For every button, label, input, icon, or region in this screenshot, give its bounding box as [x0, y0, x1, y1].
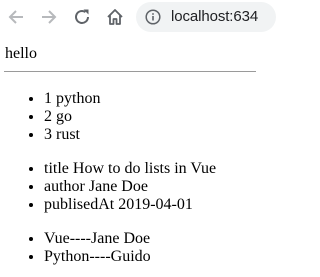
list-item: 1 python: [44, 90, 100, 108]
horizontal-rule: [4, 71, 256, 72]
list-item: title How to do lists in Vue: [44, 160, 216, 178]
url-text: localhost:634: [171, 8, 259, 25]
info-icon[interactable]: [145, 9, 161, 25]
list-item: 3 rust: [44, 126, 100, 144]
home-icon: [107, 9, 123, 25]
languages-list: 1 python 2 go 3 rust: [0, 90, 100, 144]
reload-icon: [75, 9, 89, 24]
forward-button[interactable]: [37, 5, 61, 29]
home-button[interactable]: [103, 5, 127, 29]
list-item: Python----Guido: [44, 248, 151, 266]
arrow-right-icon: [42, 10, 57, 24]
page-heading: hello: [5, 45, 37, 62]
pairs-list: Vue----Jane Doe Python----Guido: [0, 230, 151, 266]
browser-toolbar: localhost:634: [0, 0, 276, 34]
list-item: author Jane Doe: [44, 178, 216, 196]
reload-button[interactable]: [70, 5, 94, 29]
address-bar[interactable]: localhost:634: [136, 2, 276, 32]
list-item: 2 go: [44, 108, 100, 126]
list-item: publisedAt 2019-04-01: [44, 196, 216, 214]
arrow-left-icon: [8, 10, 23, 24]
book-details-list: title How to do lists in Vue author Jane…: [0, 160, 216, 214]
back-button[interactable]: [4, 5, 28, 29]
list-item: Vue----Jane Doe: [44, 230, 151, 248]
